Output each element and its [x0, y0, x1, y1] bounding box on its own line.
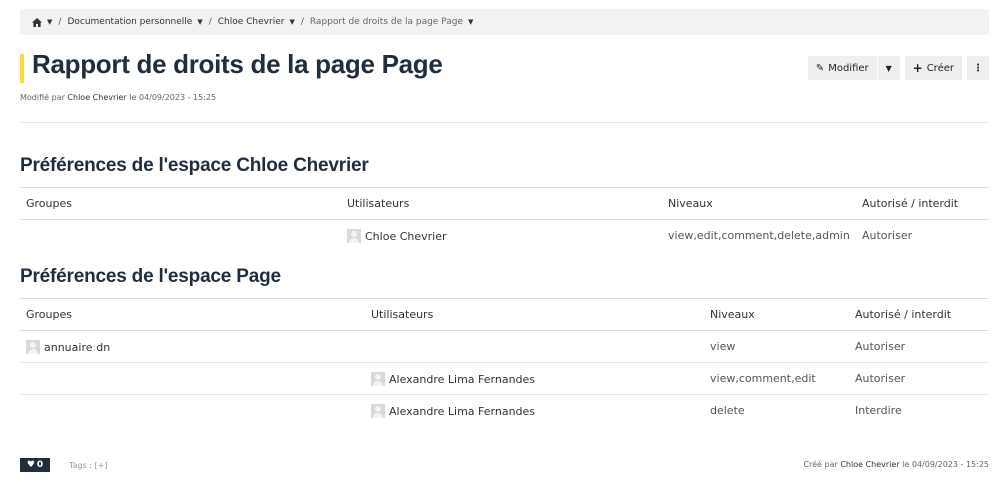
group-suffix: dn — [96, 340, 111, 354]
like-button[interactable]: ♥ 0 — [20, 458, 50, 472]
breadcrumb-item-space[interactable]: Chloe Chevrier — [218, 17, 285, 27]
create-button-label: Créer — [926, 62, 954, 74]
column-header-levels: Niveaux — [704, 298, 849, 331]
column-header-right: Autorisé / interdit — [856, 187, 989, 220]
breadcrumb-item-current[interactable]: Rapport de droits de la page Page — [310, 17, 463, 27]
modified-date: le 04/09/2023 - 15:25 — [129, 93, 217, 102]
chevron-down-icon[interactable]: ▼ — [47, 18, 52, 26]
chevron-down-icon[interactable]: ▼ — [468, 18, 473, 26]
title-accent-bar — [20, 54, 24, 83]
avatar — [347, 228, 361, 243]
created-prefix: Créé par — [803, 460, 838, 469]
edit-button[interactable]: ✎ Modifier — [807, 56, 877, 80]
breadcrumb: ▼ / Documentation personnelle ▼ / Chloe … — [20, 9, 989, 35]
section-title: Préférences de l'espace Page — [20, 266, 281, 287]
column-header-right: Autorisé / interdit — [849, 298, 989, 331]
breadcrumb-separator: / — [208, 17, 212, 27]
heart-icon: ♥ — [26, 460, 35, 470]
right-cell: Autoriser — [849, 362, 989, 395]
breadcrumb-separator: / — [300, 17, 304, 27]
create-button[interactable]: + Créer — [904, 56, 962, 80]
column-header-groups: Groupes — [20, 187, 341, 220]
edit-button-group: ✎ Modifier ▼ — [807, 56, 900, 80]
page-title: Rapport de droits de la page Page — [32, 49, 443, 79]
chevron-down-icon: ▼ — [885, 63, 892, 73]
column-header-groups: Groupes — [20, 298, 365, 331]
rights-table: Groupes Utilisateurs Niveaux Autorisé / … — [20, 298, 989, 426]
user-link[interactable]: Chloe Chevrier — [365, 230, 447, 243]
column-header-users: Utilisateurs — [341, 187, 662, 220]
group-avatar — [26, 339, 40, 354]
kebab-icon: ⋮ — [973, 62, 983, 74]
created-info: Créé par Chloe Chevrier le 04/09/2023 - … — [803, 460, 989, 469]
group-cell: annuaire:dn — [20, 330, 365, 363]
add-tag-button[interactable]: [+] — [95, 461, 108, 470]
avatar — [371, 371, 385, 386]
table-row: Alexandre Lima Fernandes view,comment,ed… — [20, 362, 989, 395]
table-row: annuaire:dn view Autoriser — [20, 330, 989, 363]
user-cell: Alexandre Lima Fernandes — [365, 362, 704, 395]
rights-table: Groupes Utilisateurs Niveaux Autorisé / … — [20, 187, 989, 251]
chevron-down-icon[interactable]: ▼ — [197, 18, 202, 26]
pencil-icon: ✎ — [815, 62, 825, 74]
levels-cell: delete — [710, 404, 745, 417]
user-cell — [365, 330, 704, 363]
tags: Tags : [+] — [69, 461, 107, 470]
section-title: Préférences de l'espace Chloe Chevrier — [20, 155, 369, 176]
levels-cell: view,edit,comment,delete,admin — [668, 229, 850, 242]
user-link[interactable]: Alexandre Lima Fernandes — [389, 373, 535, 386]
divider — [20, 122, 989, 123]
user-link[interactable]: Alexandre Lima Fernandes — [389, 405, 535, 418]
levels-cell: view — [704, 330, 849, 363]
right-cell: Autoriser — [849, 330, 989, 363]
column-header-levels: Niveaux — [662, 187, 856, 220]
group-link[interactable]: annuaire:dn — [44, 341, 110, 354]
group-name: annuaire — [44, 340, 93, 354]
breadcrumb-separator: / — [58, 17, 62, 27]
table-row: Chloe Chevrier view,edit,comment,delete,… — [20, 220, 989, 252]
created-date: le 04/09/2023 - 15:25 — [902, 460, 989, 469]
like-count: 0 — [36, 460, 44, 470]
breadcrumb-item-documentation[interactable]: Documentation personnelle — [67, 17, 192, 27]
table-header-row: Groupes Utilisateurs Niveaux Autorisé / … — [20, 298, 989, 331]
modified-info: Modifié par Chloe Chevrier le 04/09/2023… — [20, 93, 216, 102]
edit-button-label: Modifier — [828, 62, 869, 74]
user-cell: Chloe Chevrier — [341, 220, 662, 252]
avatar — [371, 403, 385, 418]
edit-dropdown-button[interactable]: ▼ — [877, 56, 900, 80]
tags-label: Tags : — [69, 461, 92, 470]
group-cell — [20, 395, 365, 427]
right-cell: Interdire — [855, 404, 902, 417]
page-actions: ✎ Modifier ▼ + Créer ⋮ — [807, 56, 989, 80]
modified-prefix: Modifié par — [20, 93, 65, 102]
created-user-link[interactable]: Chloe Chevrier — [840, 460, 899, 469]
home-icon[interactable] — [32, 17, 42, 27]
modified-user-link[interactable]: Chloe Chevrier — [67, 93, 126, 102]
table-row: Alexandre Lima Fernandes delete Interdir… — [20, 395, 989, 427]
chevron-down-icon[interactable]: ▼ — [289, 18, 294, 26]
group-cell — [20, 362, 365, 395]
plus-icon: + — [912, 61, 923, 75]
user-cell: Alexandre Lima Fernandes — [365, 395, 704, 427]
levels-cell: view,comment,edit — [704, 362, 849, 395]
table-header-row: Groupes Utilisateurs Niveaux Autorisé / … — [20, 187, 989, 220]
right-cell: Autoriser — [862, 229, 913, 242]
more-actions-button[interactable]: ⋮ — [967, 56, 989, 80]
column-header-users: Utilisateurs — [365, 298, 704, 331]
group-cell — [20, 220, 341, 252]
